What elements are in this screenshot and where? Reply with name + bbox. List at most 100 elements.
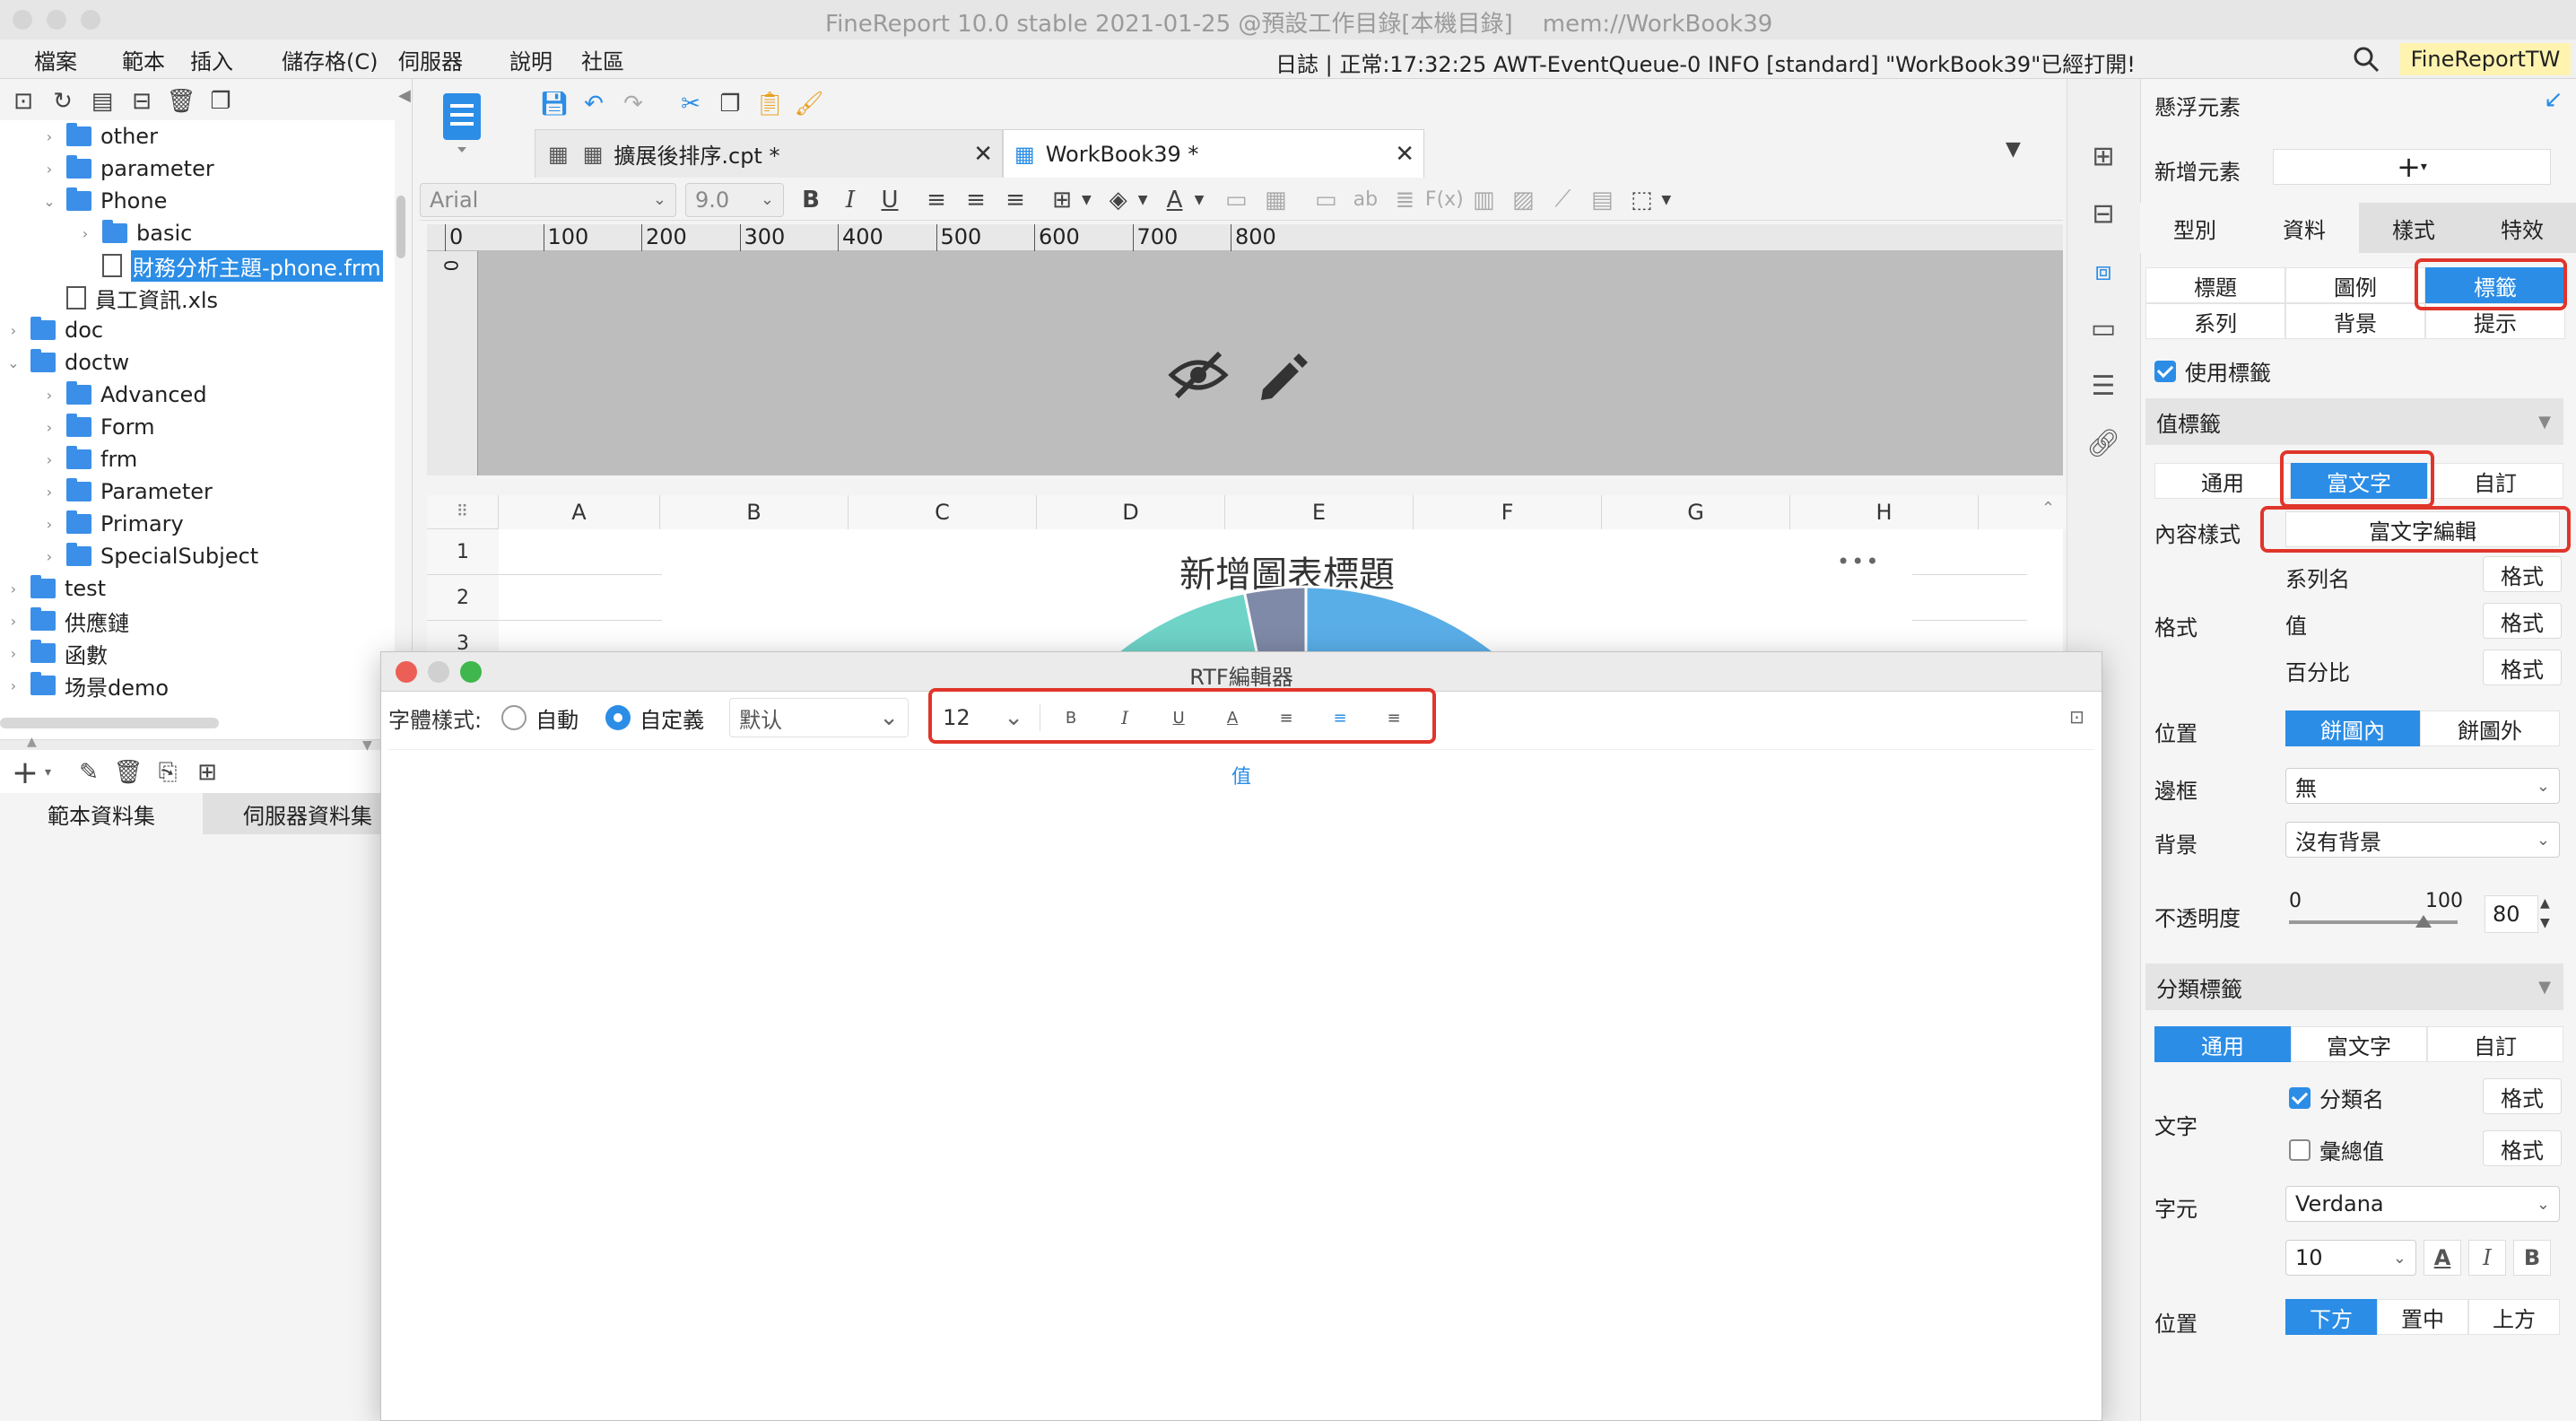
- category-tab-1[interactable]: 富文字: [2291, 1026, 2427, 1062]
- tree-item[interactable]: › test: [0, 572, 395, 605]
- border-select[interactable]: 無 ⌄: [2285, 768, 2560, 804]
- template-settings-button[interactable]: [441, 90, 483, 156]
- chevron-right-icon[interactable]: ›: [39, 419, 59, 436]
- chevron-right-icon[interactable]: ›: [39, 516, 59, 533]
- preview-icon[interactable]: ⎘: [148, 753, 187, 792]
- unmerge-cell-icon[interactable]: ▦: [1256, 180, 1295, 220]
- category-font-select[interactable]: Verdana ⌄: [2285, 1186, 2560, 1222]
- column-header[interactable]: E: [1225, 495, 1414, 529]
- cut-icon[interactable]: ✂: [671, 84, 710, 124]
- chevron-right-icon[interactable]: ›: [39, 161, 59, 178]
- category-name-format-button[interactable]: 格式: [2483, 1078, 2562, 1114]
- floating-element-icon[interactable]: ⧈: [2084, 251, 2123, 291]
- dataset-settings-icon[interactable]: ⊞: [187, 753, 227, 792]
- align-center-icon[interactable]: ≡: [956, 180, 996, 220]
- chevron-right-icon[interactable]: ›: [39, 128, 59, 145]
- bold-icon[interactable]: B: [2513, 1240, 2551, 1276]
- rtf-font-select[interactable]: 默认 ⌄: [729, 698, 909, 737]
- panel-tab-1[interactable]: 資料: [2250, 203, 2359, 253]
- format-button[interactable]: 格式: [2483, 649, 2562, 685]
- collapse-panel-icon[interactable]: ◀: [398, 86, 411, 105]
- tab-template-dataset[interactable]: 範本資料集: [0, 793, 203, 834]
- select-all-corner[interactable]: ⠿: [427, 495, 499, 529]
- tree-item[interactable]: › frm: [0, 443, 395, 475]
- column-header[interactable]: H: [1790, 495, 1979, 529]
- chevron-right-icon[interactable]: ›: [4, 677, 23, 694]
- paste-icon[interactable]: 📋︎: [750, 84, 789, 124]
- italic-icon[interactable]: I: [831, 180, 870, 220]
- chevron-right-icon[interactable]: ›: [39, 484, 59, 501]
- open-icon[interactable]: ▤: [83, 82, 122, 121]
- tree-item[interactable]: › Parameter: [0, 475, 395, 508]
- close-tab-icon[interactable]: ✕: [1395, 141, 1414, 168]
- tab-workbook39[interactable]: ▦ WorkBook39 * ✕: [1003, 129, 1424, 178]
- tree-item[interactable]: › Form: [0, 411, 395, 443]
- font-color-icon[interactable]: A: [1155, 180, 1195, 220]
- hide-icon[interactable]: [1168, 350, 1229, 405]
- tree-item[interactable]: › SpecialSubject: [0, 540, 395, 572]
- add-dataset-icon[interactable]: +: [5, 753, 45, 792]
- condition-icon[interactable]: ☰: [2084, 366, 2123, 405]
- close-tab-icon[interactable]: ✕: [973, 141, 993, 168]
- tree-item[interactable]: 財務分析主題-phone.frm: [0, 249, 395, 282]
- tree-scrollbar[interactable]: [396, 196, 405, 258]
- sheet-scroll-up-icon[interactable]: ⌃: [2041, 499, 2055, 518]
- radio-auto[interactable]: 自動: [501, 702, 579, 734]
- category-tab-2[interactable]: 自訂: [2427, 1026, 2563, 1062]
- subreport-icon[interactable]: ▤: [1582, 180, 1622, 220]
- slash-icon[interactable]: ⟋: [1543, 180, 1582, 220]
- tab-expand-sort[interactable]: ▦ ▦ 擴展後排序.cpt * ✕: [535, 129, 1003, 178]
- tree-item[interactable]: › basic: [0, 217, 395, 249]
- position-option-2[interactable]: 上方: [2468, 1299, 2560, 1335]
- italic-icon[interactable]: I: [2468, 1240, 2506, 1276]
- panel-tab-0[interactable]: 型別: [2140, 203, 2250, 253]
- chevron-right-icon[interactable]: ›: [4, 645, 23, 662]
- frame-icon[interactable]: ⬚: [1622, 180, 1661, 220]
- copy-icon[interactable]: ❐: [201, 82, 240, 121]
- tree-item[interactable]: ⌄ Phone: [0, 185, 395, 217]
- category-tab-0[interactable]: 通用: [2154, 1026, 2291, 1062]
- align-left-icon[interactable]: ≡: [917, 180, 956, 220]
- opacity-slider-track[interactable]: [2289, 920, 2458, 924]
- chevron-right-icon[interactable]: ›: [39, 548, 59, 565]
- column-header[interactable]: D: [1037, 495, 1225, 529]
- chart-more-icon[interactable]: •••: [1837, 549, 1880, 574]
- row-header[interactable]: 2: [427, 575, 499, 621]
- column-header[interactable]: C: [849, 495, 1037, 529]
- tab-list-icon[interactable]: ▼: [2006, 138, 2021, 161]
- undo-icon[interactable]: ↶: [574, 84, 614, 124]
- position-option-0[interactable]: 下方: [2285, 1299, 2377, 1335]
- border-icon[interactable]: ⊞: [1042, 180, 1082, 220]
- tree-item[interactable]: › 供應鏈: [0, 605, 395, 637]
- row-header[interactable]: 1: [427, 529, 499, 575]
- pin-icon[interactable]: ↙: [2544, 86, 2563, 113]
- column-header[interactable]: F: [1414, 495, 1602, 529]
- delete-icon[interactable]: 🗑: [161, 82, 201, 121]
- insert-field-icon[interactable]: ⊡: [2069, 706, 2084, 728]
- value-label-section[interactable]: 值標籤 ▼: [2145, 398, 2563, 445]
- add-element-button[interactable]: + ▾: [2273, 149, 2551, 185]
- style-subtab-0[interactable]: 標題: [2145, 267, 2285, 303]
- insert-row-icon[interactable]: ▭: [1306, 180, 1345, 220]
- refresh-icon[interactable]: ↻: [43, 82, 83, 121]
- splitter[interactable]: ▲ ▼: [0, 735, 413, 753]
- opacity-spinner[interactable]: ▲ ▼: [2540, 894, 2550, 933]
- cell-attr-icon[interactable]: ⊟: [2084, 194, 2123, 233]
- menu-item[interactable]: 伺服器: [398, 44, 509, 75]
- paragraph-icon[interactable]: ≣: [1385, 180, 1424, 220]
- summary-value-format-button[interactable]: 格式: [2483, 1130, 2562, 1166]
- chevron-right-icon[interactable]: ›: [4, 322, 23, 339]
- panel-tab-2[interactable]: 樣式: [2359, 203, 2468, 253]
- pie-inside-button[interactable]: 餅圖內: [2285, 710, 2420, 746]
- text-icon[interactable]: ab: [1345, 180, 1385, 220]
- font-select[interactable]: Arial ⌄: [420, 182, 676, 217]
- widget-icon[interactable]: ▭: [2084, 309, 2123, 348]
- tree-item[interactable]: 員工資訊.xls: [0, 282, 395, 314]
- rtf-content-area[interactable]: 值: [388, 749, 2094, 1415]
- category-size-select[interactable]: 10 ⌄: [2285, 1240, 2416, 1276]
- cell-element-icon[interactable]: ⊞: [2084, 136, 2123, 176]
- minimize-window-button[interactable]: [47, 10, 66, 30]
- chevron-down-icon[interactable]: ⌄: [4, 354, 23, 371]
- category-name-checkbox[interactable]: 分類名: [2289, 1082, 2384, 1113]
- tree-item[interactable]: › doc: [0, 314, 395, 346]
